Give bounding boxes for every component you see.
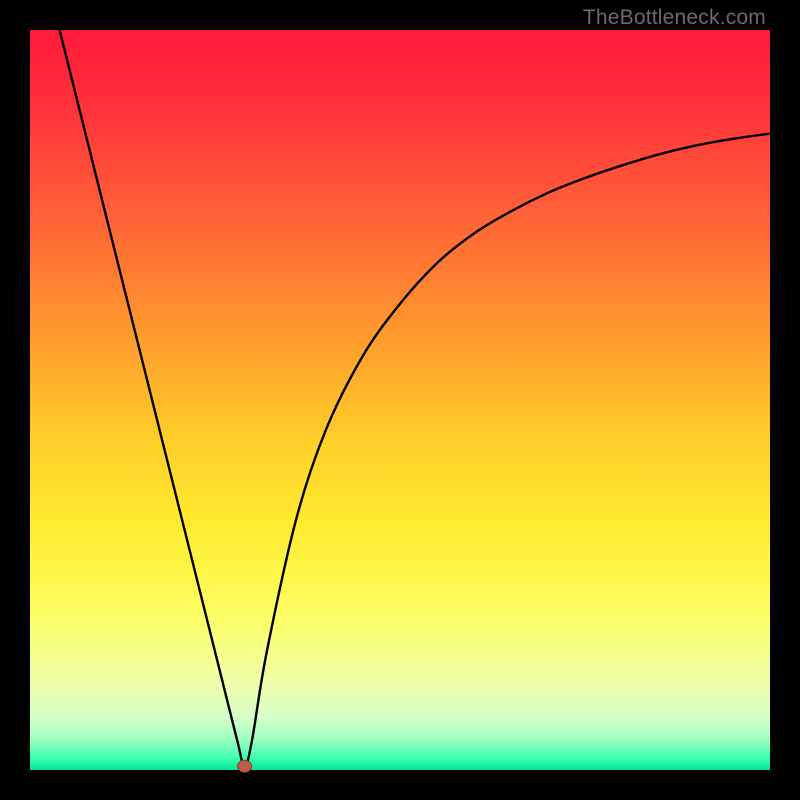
curve-layer bbox=[30, 30, 770, 770]
bottleneck-curve bbox=[60, 30, 770, 766]
watermark-text: TheBottleneck.com bbox=[583, 6, 766, 30]
chart-frame: TheBottleneck.com bbox=[0, 0, 800, 800]
minimum-marker bbox=[238, 760, 252, 772]
plot-area bbox=[30, 30, 770, 770]
